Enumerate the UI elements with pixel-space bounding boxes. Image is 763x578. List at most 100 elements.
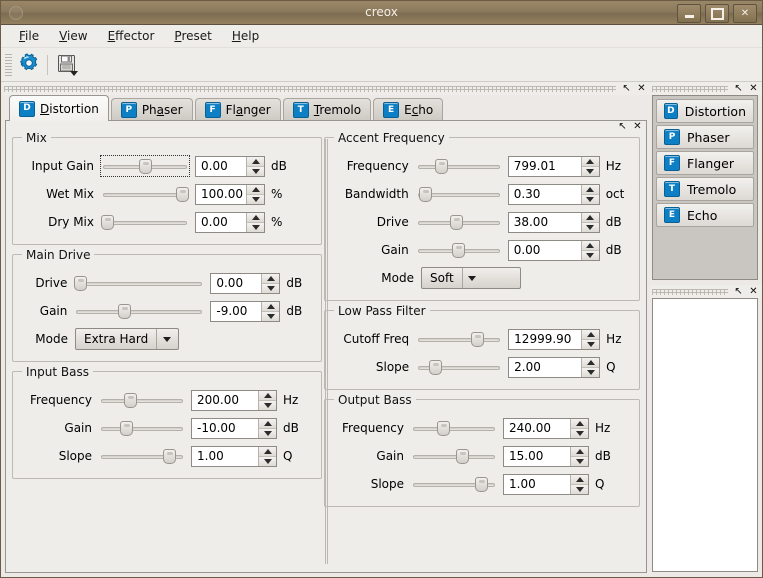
spin-up-button[interactable] <box>247 156 264 167</box>
spin-up-button[interactable] <box>581 156 599 167</box>
spinbox-slope[interactable]: 2.00 <box>508 356 601 378</box>
spin-up-button[interactable] <box>262 273 280 284</box>
preset-dock-close-button[interactable]: ✕ <box>747 286 760 298</box>
spinbox-value-gain[interactable]: -10.00 <box>192 418 258 438</box>
spin-up-button[interactable] <box>259 418 276 429</box>
slider-handle[interactable] <box>456 449 470 464</box>
slider-handle[interactable] <box>475 477 489 492</box>
spinbox-value-frequency[interactable]: 200.00 <box>192 390 258 410</box>
spinbox-frequency[interactable]: 799.01 <box>507 155 600 177</box>
spinbox-value-bandwidth[interactable]: 0.30 <box>508 184 581 204</box>
spinbox-bandwidth[interactable]: 0.30 <box>507 183 600 205</box>
tab-echo[interactable]: E Echo <box>373 98 444 121</box>
preset-dock-drag-handle[interactable] <box>652 289 728 295</box>
spinbox-value-slope[interactable]: 1.00 <box>504 474 570 494</box>
spin-up-button[interactable] <box>581 184 599 195</box>
effector-list-item-distortion[interactable]: D Distortion <box>656 99 754 123</box>
spinbox-value-wet-mix[interactable]: 100.00 <box>196 184 246 204</box>
combobox-mode-accent-frequency[interactable]: Soft <box>421 267 521 289</box>
spinbox-slope[interactable]: 1.00 <box>503 473 589 495</box>
spinbox-dry-mix[interactable]: 0.00 <box>195 211 265 233</box>
tab-phaser[interactable]: P Phaser <box>110 98 193 121</box>
spinbox-wet-mix[interactable]: 100.00 <box>195 183 265 205</box>
spinbox-value-slope[interactable]: 1.00 <box>192 446 258 466</box>
chevron-down-icon[interactable] <box>70 70 78 76</box>
slider-gain[interactable] <box>74 301 204 321</box>
effector-dock-drag-handle[interactable] <box>652 86 728 92</box>
tab-tremolo[interactable]: T Tremolo <box>282 98 372 121</box>
editor-dock-close-button[interactable]: ✕ <box>635 83 648 95</box>
spin-up-button[interactable] <box>259 446 276 457</box>
menu-view[interactable]: View <box>49 27 97 45</box>
spinbox-gain[interactable]: -9.00 <box>210 300 281 322</box>
spinbox-value-frequency[interactable]: 240.00 <box>504 418 570 438</box>
slider-gain[interactable] <box>416 240 502 260</box>
spin-down-button[interactable] <box>581 166 599 176</box>
slider-handle[interactable] <box>101 215 114 230</box>
spinbox-value-gain[interactable]: 15.00 <box>504 446 570 466</box>
slider-gain[interactable] <box>99 418 185 438</box>
effector-list-item-flanger[interactable]: F Flanger <box>656 151 754 175</box>
spin-down-button[interactable] <box>259 456 276 466</box>
spinbox-value-slope[interactable]: 2.00 <box>509 357 582 377</box>
slider-handle[interactable] <box>437 421 451 436</box>
spin-down-button[interactable] <box>581 194 599 204</box>
tab-distortion[interactable]: D Distortion <box>9 95 109 121</box>
spinbox-value-cutoff-freq[interactable]: 12999.90 <box>509 329 582 349</box>
spin-up-button[interactable] <box>571 418 588 429</box>
preset-dock-float-button[interactable]: ↖ <box>732 286 745 298</box>
slider-handle[interactable] <box>176 187 189 202</box>
close-button[interactable]: ✕ <box>733 4 757 23</box>
editor-dock-float-button[interactable]: ↖ <box>620 83 633 95</box>
spinbox-value-input-gain[interactable]: 0.00 <box>196 156 246 176</box>
minimize-button[interactable] <box>677 4 701 23</box>
slider-handle[interactable] <box>123 393 137 408</box>
spinbox-gain[interactable]: -10.00 <box>191 417 277 439</box>
settings-button[interactable] <box>15 51 43 79</box>
spin-down-button[interactable] <box>571 484 588 494</box>
spinbox-slope[interactable]: 1.00 <box>191 445 277 467</box>
slider-handle[interactable] <box>138 159 152 174</box>
spinbox-value-dry-mix[interactable]: 0.00 <box>196 212 246 232</box>
spin-up-button[interactable] <box>581 212 599 223</box>
spin-down-button[interactable] <box>262 311 280 321</box>
effector-list-item-echo[interactable]: E Echo <box>656 203 754 227</box>
slider-frequency[interactable] <box>99 390 185 410</box>
slider-drive[interactable] <box>74 273 204 293</box>
chevron-down-icon[interactable] <box>461 268 482 288</box>
slider-drive[interactable] <box>416 212 502 232</box>
menu-effector[interactable]: Effector <box>98 27 165 45</box>
toolbar-drag-handle[interactable] <box>5 53 12 76</box>
page-dock-close-button[interactable]: ✕ <box>631 121 644 133</box>
spin-down-button[interactable] <box>247 194 264 204</box>
spin-down-button[interactable] <box>582 339 600 349</box>
spinbox-value-drive[interactable]: 38.00 <box>508 212 581 232</box>
spinbox-frequency[interactable]: 200.00 <box>191 389 277 411</box>
spinbox-input-gain[interactable]: 0.00 <box>195 155 265 177</box>
effector-list-item-tremolo[interactable]: T Tremolo <box>656 177 754 201</box>
slider-bandwidth[interactable] <box>416 184 502 204</box>
slider-frequency[interactable] <box>411 418 497 438</box>
chevron-down-icon[interactable] <box>156 329 176 349</box>
spin-down-button[interactable] <box>581 222 599 232</box>
effector-list-item-phaser[interactable]: P Phaser <box>656 125 754 149</box>
spinbox-cutoff-freq[interactable]: 12999.90 <box>508 328 601 350</box>
spinbox-value-gain[interactable]: 0.00 <box>508 240 581 260</box>
spin-up-button[interactable] <box>582 357 600 368</box>
spin-up-button[interactable] <box>262 301 280 312</box>
spinbox-gain[interactable]: 0.00 <box>507 239 600 261</box>
spin-down-button[interactable] <box>571 428 588 438</box>
slider-handle[interactable] <box>452 243 466 258</box>
slider-handle[interactable] <box>418 187 432 202</box>
spin-down-button[interactable] <box>581 250 599 260</box>
spin-up-button[interactable] <box>247 212 264 223</box>
spin-up-button[interactable] <box>259 390 276 401</box>
spin-up-button[interactable] <box>571 446 588 457</box>
save-preset-button[interactable] <box>52 51 80 79</box>
slider-handle[interactable] <box>162 449 176 464</box>
page-dock-float-button[interactable]: ↖ <box>616 121 629 133</box>
spinbox-value-frequency[interactable]: 799.01 <box>508 156 581 176</box>
effector-dock-close-button[interactable]: ✕ <box>747 83 760 95</box>
spin-down-button[interactable] <box>259 428 276 438</box>
slider-slope[interactable] <box>411 474 497 494</box>
